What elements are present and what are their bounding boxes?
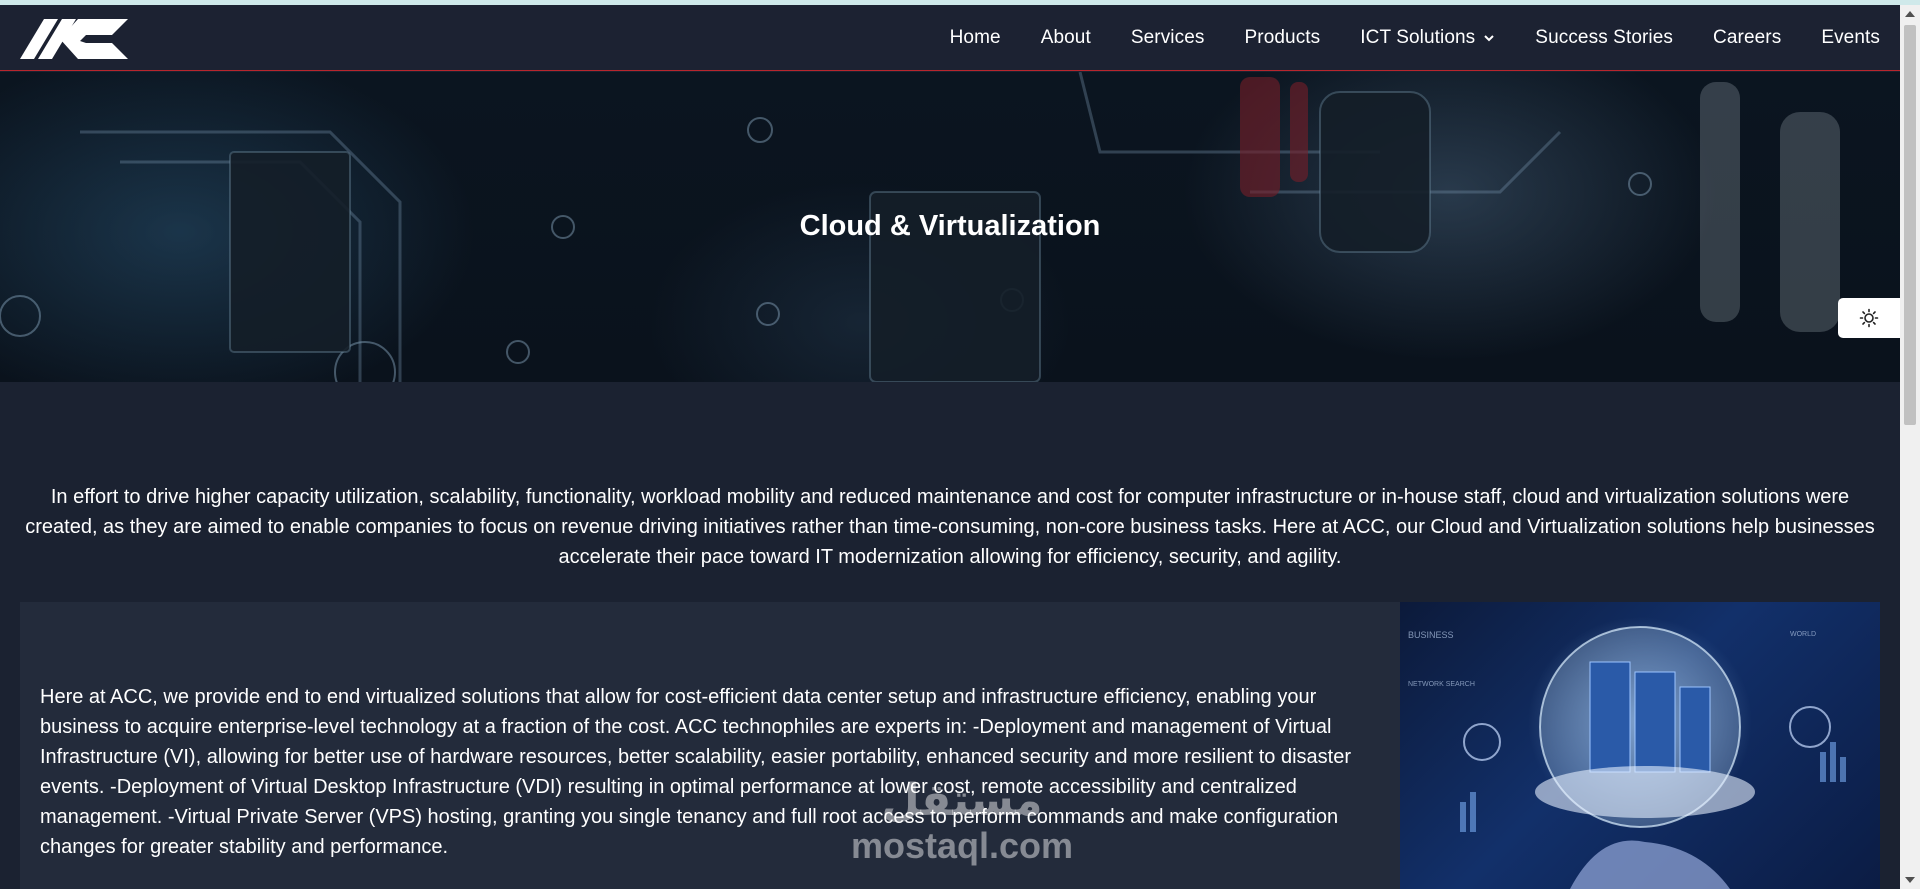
mostaql-watermark: مستقل mostaql.com	[842, 776, 1082, 876]
cloud-hand-illustration: BUSINESS NETWORK SEARCH WORLD	[1408, 626, 1846, 889]
nav-item-label: Success Stories	[1535, 27, 1674, 48]
scroll-down-arrow-icon[interactable]	[1905, 877, 1915, 883]
nav-item-about[interactable]: About	[1021, 27, 1111, 49]
hero-banner: Cloud & Virtualization	[0, 72, 1900, 382]
nav-item-services[interactable]: Services	[1111, 27, 1225, 49]
chevron-down-icon	[1484, 35, 1495, 42]
acc-logo[interactable]	[20, 19, 128, 59]
page-scrollbar[interactable]	[1900, 5, 1920, 889]
nav-item-label: ICT Solutions	[1360, 27, 1476, 48]
scrollbar-thumb[interactable]	[1904, 25, 1916, 425]
overlay-label-business: BUSINESS	[1408, 630, 1454, 640]
scroll-up-arrow-icon[interactable]	[1905, 11, 1915, 17]
card-paragraph: Here at ACC, we provide end to end virtu…	[40, 686, 1351, 858]
nav-item-success-stories[interactable]: Success Stories	[1515, 27, 1693, 49]
nav-item-label: Services	[1130, 27, 1205, 48]
nav-item-label: About	[1040, 27, 1091, 48]
nav-item-label: Careers	[1713, 27, 1782, 48]
nav-item-ict-solutions[interactable]: ICT Solutions	[1340, 27, 1515, 49]
cloud-servers-image: BUSINESS NETWORK SEARCH WORLD	[1400, 602, 1880, 889]
nav-item-careers[interactable]: Careers	[1693, 27, 1801, 49]
sun-icon	[1859, 308, 1879, 328]
nav-item-home[interactable]: Home	[930, 27, 1021, 49]
overlay-label-network: NETWORK SEARCH	[1408, 681, 1475, 688]
page-title: Cloud & Virtualization	[799, 210, 1101, 242]
overlay-label-world: WORLD	[1790, 631, 1816, 638]
theme-toggle-button[interactable]	[1838, 298, 1900, 338]
nav-item-products[interactable]: Products	[1225, 27, 1341, 49]
watermark-latin: mostaql.com	[850, 825, 1074, 866]
nav-item-label: Events	[1821, 27, 1880, 48]
site-navbar: Home About Services Products ICT Solutio…	[0, 5, 1900, 71]
nav-item-label: Home	[949, 27, 1001, 48]
main-nav: Home About Services Products ICT Solutio…	[930, 5, 1880, 71]
watermark-arabic: مستقل	[881, 776, 1043, 825]
nav-item-events[interactable]: Events	[1801, 27, 1880, 49]
nav-item-label: Products	[1244, 27, 1321, 48]
intro-paragraph: In effort to drive higher capacity utili…	[25, 486, 1875, 568]
